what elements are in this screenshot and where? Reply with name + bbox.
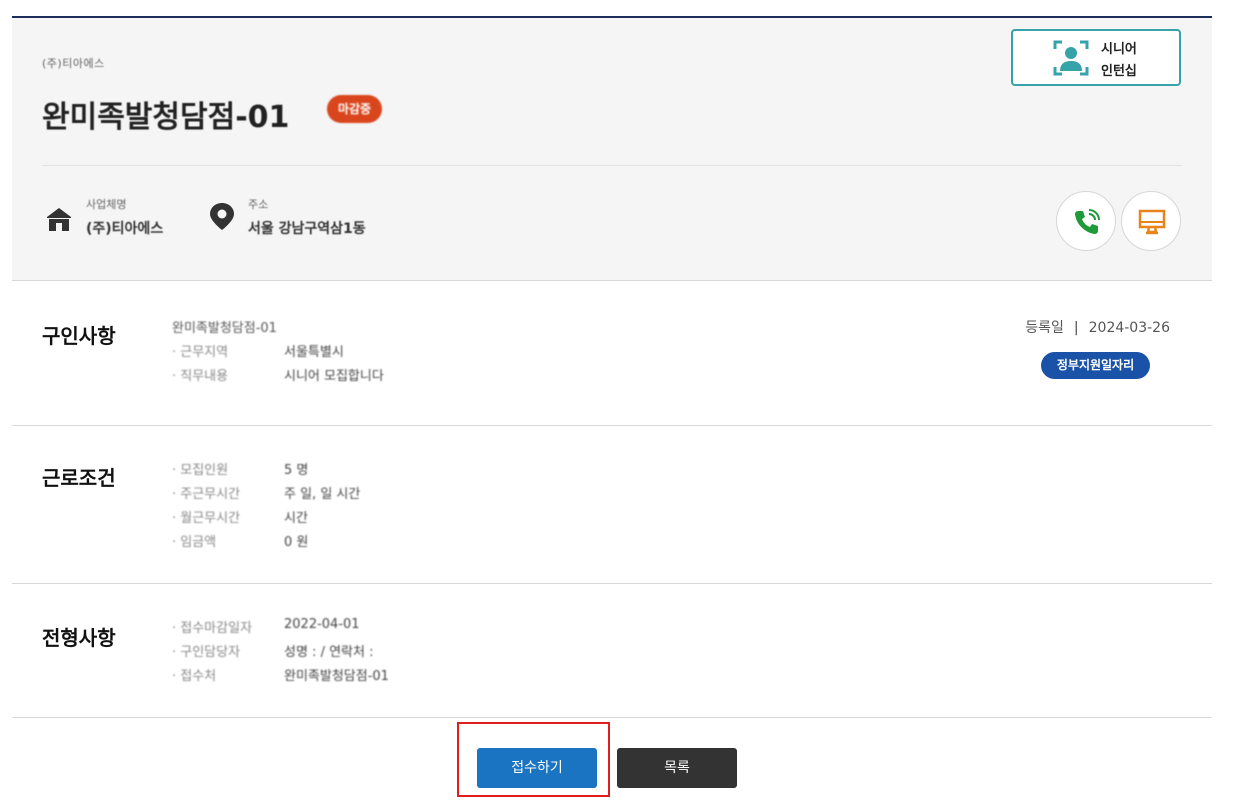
- job-title: 완미족발청담점-01: [42, 100, 290, 135]
- recruit-section: 구인사항 완미족발청담점-01 · 근무지역 서울특별시 · 직무내용 시니어 …: [12, 282, 1212, 426]
- location-pin-icon: [210, 203, 234, 230]
- detail-row: · 직무내용 시니어 모집합니다: [172, 369, 384, 384]
- phone-icon: [1075, 209, 1100, 234]
- gov-support-badge: 정부지원일자리: [1041, 352, 1150, 379]
- list-button[interactable]: 목록: [617, 748, 737, 788]
- senior-internship-label: 시니어 인턴십: [1101, 42, 1137, 79]
- senior-person-icon: [1053, 40, 1089, 76]
- registration-date: 등록일 | 2024-03-26: [1025, 320, 1170, 336]
- recruit-details: 완미족발청담점-01 · 근무지역 서울특별시 · 직무내용 시니어 모집합니다: [172, 317, 384, 389]
- monitor-icon: [1138, 209, 1166, 235]
- address-value: 서울 강남구역삼1동: [248, 221, 366, 237]
- phone-button[interactable]: [1056, 191, 1116, 251]
- business-value: (주)티아에스: [86, 221, 164, 237]
- homepage-button[interactable]: [1121, 191, 1181, 251]
- recruit-title: 구인사항: [42, 324, 116, 348]
- detail-row: · 근무지역 서울특별시: [172, 345, 344, 360]
- conditions-section: 근로조건 · 모집인원 5 명 · 주근무시간 주 일, 일 시간 · 월근무시간 시…: [12, 426, 1212, 584]
- job-header: (주)티아에스 완미족발청담점-01 마감중 시니어 인턴십 사업체명 (주)티…: [12, 18, 1212, 281]
- building-icon: [47, 208, 71, 231]
- selection-section: 전형사항 · 접수마감일자 2022-04-01 · 구인담당자 성명 : / 연락…: [12, 584, 1212, 718]
- header-divider: [42, 165, 1182, 166]
- company-name-small: (주)티아에스: [42, 57, 105, 70]
- apply-button[interactable]: 접수하기: [477, 748, 597, 788]
- recruit-intro: 완미족발청담점-01: [172, 321, 277, 336]
- selection-title: 전형사항: [42, 626, 116, 650]
- status-badge: 마감중: [327, 95, 382, 123]
- address-label: 주소: [248, 198, 269, 211]
- business-label: 사업체명: [86, 198, 127, 211]
- senior-internship-button[interactable]: 시니어 인턴십: [1011, 29, 1181, 86]
- conditions-title: 근로조건: [42, 466, 116, 490]
